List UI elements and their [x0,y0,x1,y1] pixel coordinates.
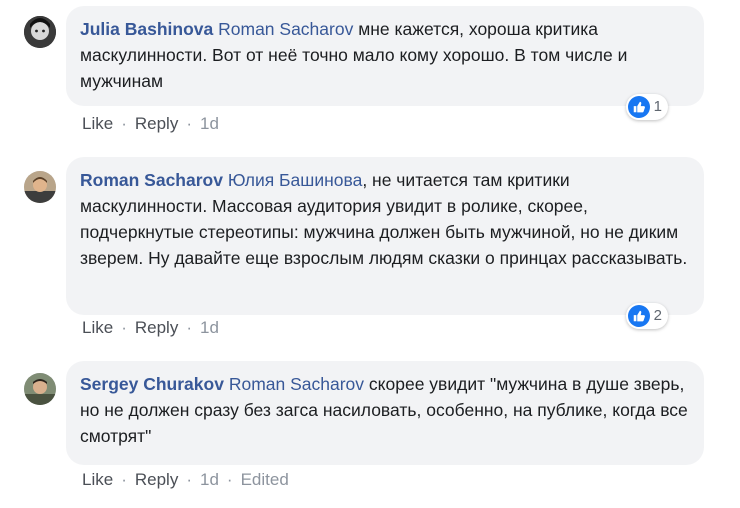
reaction-number: 1 [653,98,662,115]
timestamp[interactable]: 1d [200,470,219,490]
comment-author[interactable]: Roman Sacharov [80,170,223,190]
timestamp[interactable]: 1d [200,114,219,134]
reply-link[interactable]: Reply [135,318,178,338]
reaction-number: 2 [653,307,662,324]
separator: · [121,318,127,337]
comment-actions: Like · Reply · 1d [82,114,219,134]
reaction-count[interactable]: 1 [625,94,668,120]
reaction-count[interactable]: 2 [625,303,668,329]
avatar-image [24,16,56,48]
edited-label: Edited [240,470,289,489]
reply-link[interactable]: Reply [135,470,178,490]
like-link[interactable]: Like [82,470,113,490]
comment-mention[interactable]: Юлия Башинова [228,170,362,190]
comment-bubble: Roman Sacharov Юлия Башинова, не читаетс… [66,157,704,329]
avatar-sergey[interactable] [24,373,56,405]
separator: · [121,114,127,133]
like-thumb-icon [627,96,650,118]
separator: · [186,318,192,337]
comment-actions: Like · Reply · 1d · Edited [82,470,289,490]
comment-mention[interactable]: Roman Sacharov [218,19,353,39]
comment-bubble: Julia Bashinova Roman Sacharov мне кажет… [66,6,704,120]
avatar-julia[interactable] [24,16,56,48]
like-link[interactable]: Like [82,114,113,134]
comment-author[interactable]: Julia Bashinova [80,19,213,39]
timestamp[interactable]: 1d [200,318,219,338]
separator: · [226,470,233,489]
avatar-image [24,171,56,203]
comment-bubble: Sergey Churakov Roman Sacharov скорее ув… [66,361,704,465]
like-thumb-icon [627,305,650,327]
separator: · [186,470,192,489]
comment-author[interactable]: Sergey Churakov [80,374,224,394]
separator: · [121,470,127,489]
like-link[interactable]: Like [82,318,113,338]
comment-mention[interactable]: Roman Sacharov [229,374,364,394]
comment-actions: Like · Reply · 1d [82,318,219,338]
avatar-image [24,373,56,405]
avatar-roman[interactable] [24,171,56,203]
reply-link[interactable]: Reply [135,114,178,134]
separator: · [186,114,192,133]
